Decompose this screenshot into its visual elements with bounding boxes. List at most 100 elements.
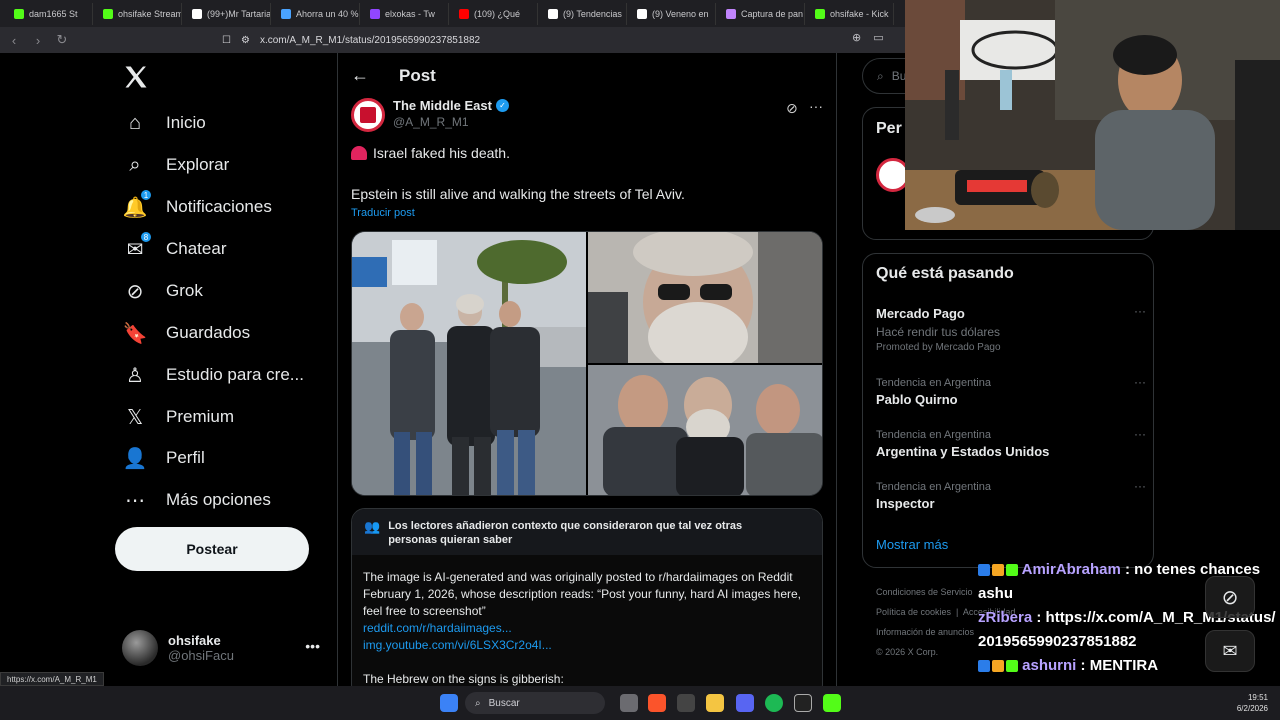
cast-icon[interactable]: ▭: [873, 31, 883, 44]
browser-tab[interactable]: (109) ¿Qué: [453, 2, 538, 25]
nav-item-grok[interactable]: ⊘ Grok: [122, 278, 203, 304]
nav-item-guardados[interactable]: 🔖 Guardados: [122, 320, 251, 346]
translate-link[interactable]: Traducir post: [351, 207, 415, 219]
note-link-youtube[interactable]: img.youtube.com/vi/6LSX3Cr2o4I...: [363, 637, 813, 654]
chat-user: ashurni: [1022, 657, 1077, 674]
tab-label: dam1665 St: [29, 8, 78, 19]
more-circle-icon: ⋯: [125, 489, 145, 512]
trend-item[interactable]: Mercado Pago Hacé rendir tus dólares Pro…: [876, 304, 1146, 353]
url-text: x.com/A_M_R_M1/status/201956599023785188…: [259, 34, 481, 46]
spotify-icon[interactable]: [765, 694, 783, 712]
nav-item-label: Notificaciones: [166, 197, 272, 216]
trend-item[interactable]: Tendencia en Argentina Pablo Quirno ···: [876, 375, 1146, 407]
task-view-icon[interactable]: [620, 694, 638, 712]
taskbar-search[interactable]: ⌕ Buscar: [465, 692, 605, 714]
x-logo-icon[interactable]: [122, 63, 150, 91]
more-icon[interactable]: ···: [1134, 304, 1146, 318]
app-icon[interactable]: [794, 694, 812, 712]
trend-name: Mercado Pago: [876, 306, 965, 321]
verified-badge-icon: ✓: [495, 99, 509, 112]
tab-label: Ahorra un 40 %: [296, 8, 359, 19]
post-media[interactable]: [351, 231, 823, 496]
windows-taskbar: ⌕ Buscar 19:51 6/2/2026: [0, 686, 1280, 720]
browser-tab[interactable]: dam1665 St: [8, 2, 93, 25]
browser-tab[interactable]: (9) Veneno en: [631, 2, 716, 25]
bell-icon: 🔔 1: [122, 189, 152, 220]
back-icon[interactable]: ‹: [4, 33, 24, 48]
note-link-reddit[interactable]: reddit.com/r/hardaiimages...: [363, 620, 813, 637]
browser-tab[interactable]: Ahorra un 40 %: [275, 2, 360, 25]
tab-label: elxokas - Tw: [385, 8, 435, 19]
more-icon[interactable]: ···: [809, 98, 823, 114]
nav-item-estudio-para-cre[interactable]: ♙ Estudio para cre...: [122, 362, 304, 388]
nav-item-label: Estudio para cre...: [166, 365, 304, 384]
more-icon[interactable]: ···: [1134, 427, 1146, 441]
trend-item[interactable]: Tendencia en Argentina Argentina y Estad…: [876, 427, 1146, 459]
show-more-link[interactable]: Mostrar más: [876, 537, 948, 552]
grok-float-button[interactable]: ⊘: [1205, 576, 1255, 618]
post-image-3[interactable]: [588, 365, 823, 496]
trend-name: Argentina y Estados Unidos: [876, 444, 1050, 459]
bookmark-icon[interactable]: ☐: [222, 35, 231, 46]
back-arrow-icon[interactable]: ←: [351, 65, 369, 86]
tab-favicon-icon: [726, 8, 736, 19]
message-float-button[interactable]: ✉: [1205, 630, 1255, 672]
file-explorer-icon[interactable]: [706, 694, 724, 712]
start-menu-icon[interactable]: [440, 694, 458, 712]
browser-tab[interactable]: Captura de pan: [720, 2, 805, 25]
site-info-icon[interactable]: ⚙: [241, 35, 250, 46]
nav-item-notificaciones[interactable]: 🔔 1 Notificaciones: [122, 189, 272, 220]
note-body-2: The Hebrew on the signs is gibberish:: [363, 672, 564, 686]
webcam-overlay: [905, 0, 1280, 230]
forward-icon[interactable]: ›: [28, 33, 48, 48]
tab-favicon-icon: [637, 8, 647, 19]
post-author[interactable]: The Middle East ✓ @A_M_R_M1: [351, 98, 509, 132]
kick-icon[interactable]: [823, 694, 841, 712]
tab-favicon-icon: [815, 8, 825, 19]
nav-item-inicio[interactable]: ⌂ Inicio: [122, 110, 206, 136]
person-icon: 👤: [122, 447, 148, 470]
browser-tab[interactable]: ohsifake Stream: [97, 2, 182, 25]
grok-icon: ⊘: [126, 280, 144, 303]
trend-item[interactable]: Tendencia en Argentina Inspector ···: [876, 479, 1146, 511]
nav-item-chatear[interactable]: ✉ 8 Chatear: [122, 231, 226, 262]
browser-tab[interactable]: ohsifake - Kick: [809, 2, 894, 25]
x-icon: 𝕏: [126, 406, 144, 429]
account-switcher[interactable]: ohsifake @ohsiFacu •••: [122, 628, 332, 668]
reload-icon[interactable]: ↻: [52, 32, 72, 48]
brave-icon[interactable]: [648, 694, 666, 712]
more-icon[interactable]: •••: [305, 638, 320, 654]
author-name[interactable]: The Middle East: [393, 98, 492, 113]
browser-tab[interactable]: elxokas - Tw: [364, 2, 449, 25]
nav-item-premium[interactable]: 𝕏 Premium: [122, 404, 234, 430]
post-image-2[interactable]: [588, 232, 823, 363]
nav-item-explorar[interactable]: ⌕ Explorar: [122, 152, 229, 178]
author-avatar[interactable]: [351, 98, 385, 132]
post-image-1[interactable]: [352, 232, 586, 496]
tab-favicon-icon: [281, 8, 291, 19]
profile-handle: @ohsiFacu: [168, 648, 234, 663]
address-bar[interactable]: ☐ ⚙ x.com/A_M_R_M1/status/20195659902378…: [222, 30, 912, 50]
app-icon[interactable]: [677, 694, 695, 712]
post-button[interactable]: Postear: [115, 527, 309, 571]
more-icon[interactable]: ···: [1134, 375, 1146, 389]
author-handle[interactable]: @A_M_R_M1: [393, 115, 509, 129]
grok-icon[interactable]: ⊘: [786, 100, 798, 117]
chat-text: MENTIRA: [1089, 657, 1159, 674]
browser-tab[interactable]: (9) Tendencias: [542, 2, 627, 25]
more-icon[interactable]: ···: [1134, 479, 1146, 493]
tab-label: (109) ¿Qué: [474, 8, 521, 19]
tab-label: ohsifake - Kick: [830, 8, 889, 19]
browser-tab[interactable]: (99+)Mr Tartaria: [186, 2, 271, 25]
discord-icon[interactable]: [736, 694, 754, 712]
profile-name: ohsifake: [168, 633, 221, 648]
nav-item-perfil[interactable]: 👤 Perfil: [122, 445, 205, 471]
clock-time: 19:51: [1247, 693, 1268, 702]
nav-item-label: Premium: [166, 407, 235, 426]
nav-item-label: Grok: [166, 281, 203, 300]
nav-item-más-opciones[interactable]: ⋯ Más opciones: [122, 487, 271, 513]
footer-cookies[interactable]: Política de cookies: [876, 607, 951, 617]
zoom-icon[interactable]: ⊕: [852, 31, 861, 44]
system-clock[interactable]: 19:51 6/2/2026: [1237, 692, 1268, 714]
trend-desc: Hacé rendir tus dólares: [876, 325, 1001, 339]
